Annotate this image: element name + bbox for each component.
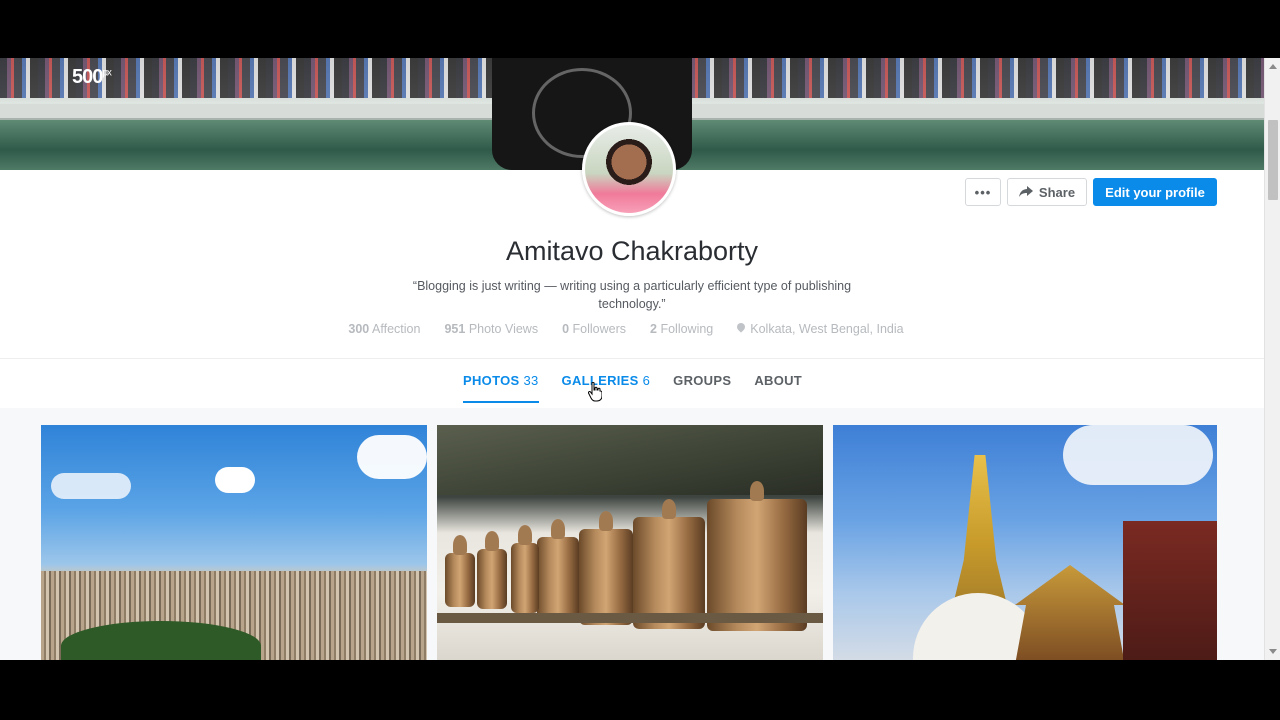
profile-location: Kolkata, West Bengal, India (737, 322, 903, 336)
browser-viewport: 500px ••• Share Edit your profile Amitav… (0, 58, 1280, 660)
tab-about[interactable]: ABOUT (754, 373, 802, 401)
avatar[interactable] (582, 122, 676, 216)
photo-tile[interactable] (833, 425, 1217, 660)
tab-photos[interactable]: PHOTOS 33 (463, 373, 539, 403)
hand-pointer-icon (588, 382, 602, 402)
share-button[interactable]: Share (1007, 178, 1087, 206)
scrollbar-thumb[interactable] (1268, 120, 1278, 200)
vertical-scrollbar[interactable] (1264, 58, 1280, 660)
profile-tabs-bar: PHOTOS 33 GALLERIES 6 GROUPS ABOUT (0, 358, 1264, 408)
profile-name: Amitavo Chakraborty (505, 236, 759, 266)
photo-grid (41, 425, 1217, 660)
map-pin-icon (737, 323, 745, 335)
profile-bio: “Blogging is just writing — writing usin… (412, 279, 852, 311)
profile-tabs: PHOTOS 33 GALLERIES 6 GROUPS ABOUT (463, 373, 802, 403)
stat-photo-views: 951 Photo Views (444, 322, 539, 336)
profile-actions: ••• Share Edit your profile (965, 178, 1217, 206)
stat-affection[interactable]: 300 Affection (348, 322, 420, 336)
tab-galleries[interactable]: GALLERIES 6 (562, 373, 651, 401)
tab-groups[interactable]: GROUPS (673, 373, 731, 401)
more-options-button[interactable]: ••• (965, 178, 1001, 206)
share-arrow-icon (1018, 186, 1033, 197)
photo-tile[interactable] (437, 425, 823, 660)
scroll-down-arrow-icon[interactable] (1269, 649, 1277, 654)
edit-profile-button[interactable]: Edit your profile (1093, 178, 1217, 206)
stat-following[interactable]: 2 Following (650, 322, 713, 336)
site-logo[interactable]: 500px (72, 66, 112, 89)
scroll-up-arrow-icon[interactable] (1269, 64, 1277, 69)
profile-stats: 300 Affection 951 Photo Views 0 Follower… (0, 322, 1258, 336)
stat-followers[interactable]: 0 Followers (562, 322, 626, 336)
photo-tile[interactable] (41, 425, 427, 660)
